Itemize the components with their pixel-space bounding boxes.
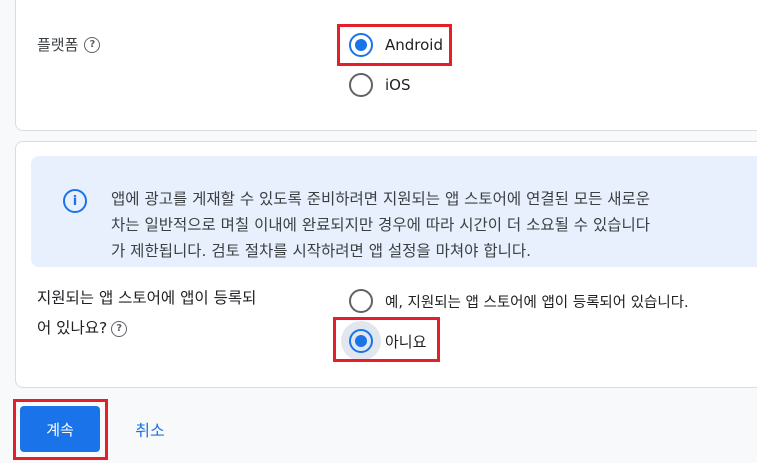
question-circle-icon[interactable]: ? [111, 320, 128, 337]
continue-button[interactable]: 계속 [20, 406, 100, 452]
platform-card: 플랫폼 ? Android iOS [15, 0, 757, 131]
radio-android-label: Android [385, 36, 443, 54]
radio-ios-label: iOS [385, 76, 411, 94]
radio-yes[interactable]: 예, 지원되는 앱 스토어에 앱이 등록되어 있습니다. [349, 289, 689, 313]
radio-yes-button[interactable] [349, 289, 373, 313]
cancel-button[interactable]: 취소 [120, 406, 180, 452]
radio-ios[interactable]: iOS [349, 73, 411, 97]
info-line-3: 가 제한됩니다. 검토 절차를 시작하려면 앱 설정을 마쳐야 합니다. [111, 242, 532, 260]
info-line-2: 차는 일반적으로 며칠 이내에 완료되지만 경우에 따라 시간이 더 소요될 수… [111, 216, 651, 234]
app-store-card: i 앱에 광고를 게재할 수 있도록 준비하려면 지원되는 앱 스토어에 연결된… [15, 141, 757, 388]
platform-label: 플랫폼 [37, 36, 79, 54]
info-circle-icon: i [63, 189, 87, 213]
info-text: 앱에 광고를 게재할 수 있도록 준비하려면 지원되는 앱 스토어에 연결된 모… [111, 186, 757, 264]
info-notice: i 앱에 광고를 게재할 수 있도록 준비하려면 지원되는 앱 스토어에 연결된… [31, 156, 757, 267]
store-question-line-1: 지원되는 앱 스토어에 앱이 등록되 [37, 289, 257, 307]
radio-android-button[interactable] [349, 33, 373, 57]
radio-no-button[interactable] [349, 329, 373, 353]
question-circle-icon[interactable]: ? [84, 36, 101, 53]
store-question-line-2-row: 어 있나요?? [37, 313, 322, 343]
info-line-1: 앱에 광고를 게재할 수 있도록 준비하려면 지원되는 앱 스토어에 연결된 모… [111, 190, 651, 208]
radio-yes-label: 예, 지원되는 앱 스토어에 앱이 등록되어 있습니다. [385, 294, 689, 311]
radio-android[interactable]: Android [349, 33, 443, 57]
radio-no[interactable]: 아니요 [349, 329, 426, 353]
store-question-label: 지원되는 앱 스토어에 앱이 등록되 어 있나요?? [37, 283, 322, 343]
platform-label-row: 플랫폼 ? [37, 34, 101, 55]
radio-no-label: 아니요 [385, 332, 427, 351]
radio-ios-button[interactable] [349, 73, 373, 97]
store-question-line-2: 어 있나요? [37, 319, 108, 337]
